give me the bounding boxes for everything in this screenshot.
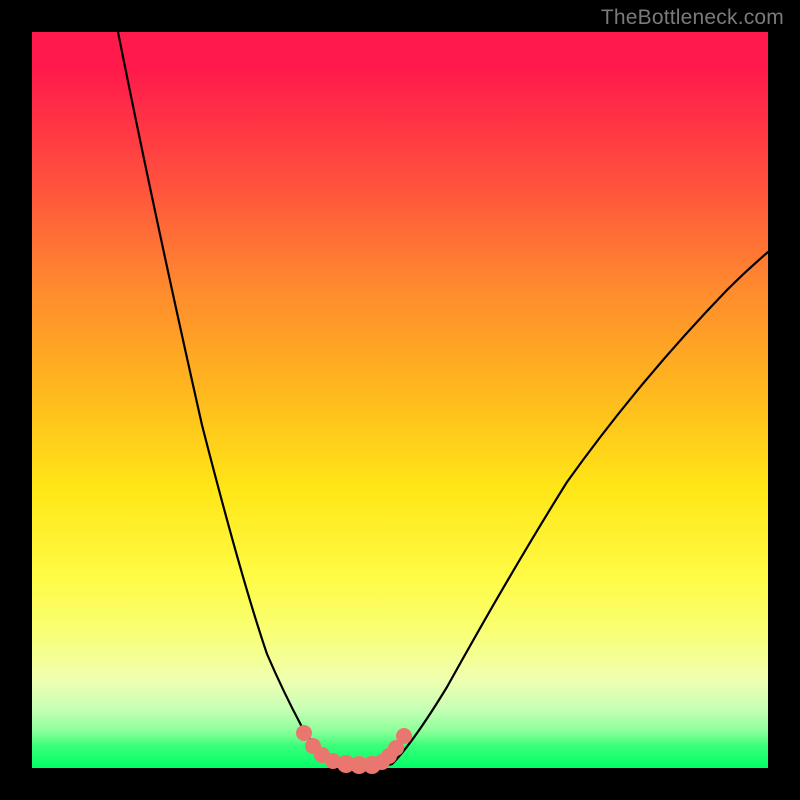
chart-frame: TheBottleneck.com — [0, 0, 800, 800]
watermark-text: TheBottleneck.com — [601, 6, 784, 30]
curve-left — [118, 32, 342, 765]
curve-right — [392, 252, 768, 764]
marker-dot — [396, 728, 412, 744]
marker-dot — [296, 725, 312, 741]
valley-marker-group — [296, 725, 412, 774]
chart-plot-area — [32, 32, 768, 768]
chart-svg — [32, 32, 768, 768]
